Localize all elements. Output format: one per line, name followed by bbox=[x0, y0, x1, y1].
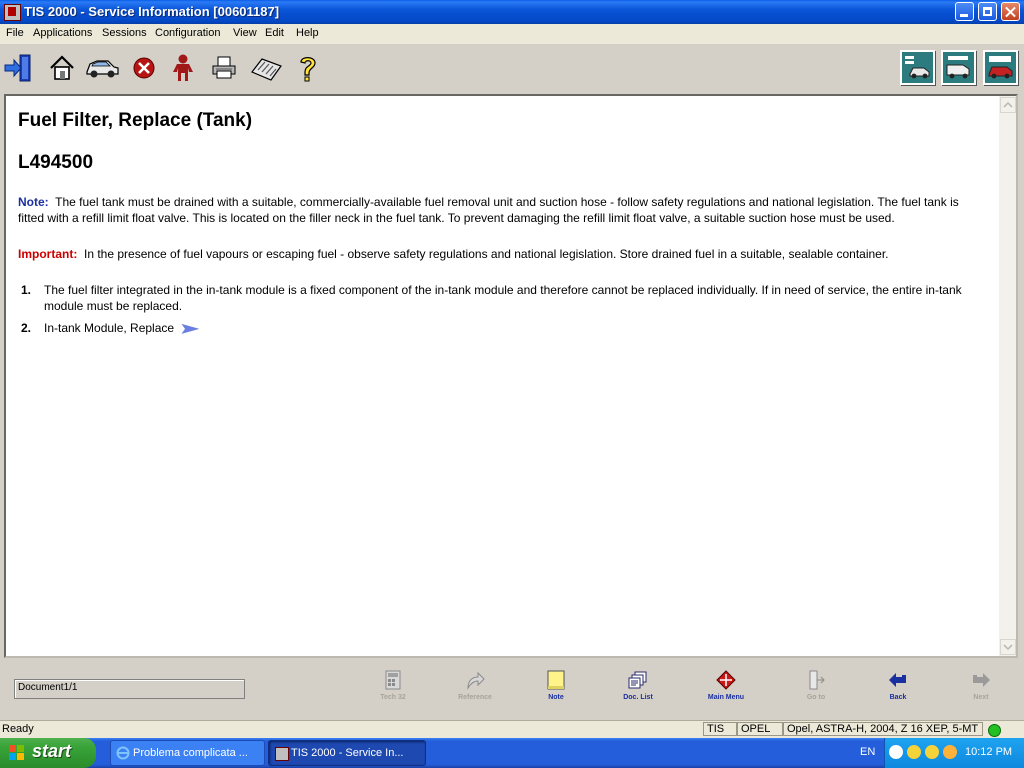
document-content: Fuel Filter, Replace (Tank) L494500 Note… bbox=[18, 110, 988, 342]
app-icon[interactable] bbox=[4, 4, 21, 21]
back-arrow-icon bbox=[889, 673, 906, 687]
goto-icon bbox=[809, 670, 825, 690]
next-label: Next bbox=[973, 694, 989, 701]
tray-back-icon[interactable] bbox=[889, 745, 903, 759]
goto-button[interactable]: Go to bbox=[790, 670, 842, 701]
next-button[interactable]: Next bbox=[955, 670, 1007, 701]
note-label: Note: bbox=[18, 195, 49, 209]
scroll-down-icon[interactable] bbox=[1000, 639, 1016, 655]
note-button[interactable]: Note bbox=[530, 670, 582, 701]
toolbar bbox=[0, 44, 1024, 92]
back-button[interactable]: Back bbox=[872, 670, 924, 701]
taskbar-item-label: Problema complicata ... bbox=[133, 747, 248, 759]
step-number: 1. bbox=[21, 283, 32, 297]
help-icon[interactable] bbox=[292, 52, 324, 84]
main-menu-icon bbox=[716, 670, 736, 690]
menu-configuration[interactable]: Configuration bbox=[155, 27, 220, 39]
step-link[interactable]: In-tank Module, Replace bbox=[44, 321, 174, 335]
stop-icon[interactable] bbox=[128, 52, 160, 84]
note-text: The fuel tank must be drained with a sui… bbox=[18, 195, 959, 225]
system-tray: 10:12 PM bbox=[884, 738, 1024, 768]
exit-icon[interactable] bbox=[2, 52, 34, 84]
back-label: Back bbox=[889, 694, 907, 701]
status-bar: Ready TIS OPEL Opel, ASTRA-H, 2004, Z 16… bbox=[0, 720, 1024, 739]
status-vehicle: Opel, ASTRA-H, 2004, Z 16 XEP, 5-MT bbox=[783, 722, 983, 736]
menu-edit[interactable]: Edit bbox=[265, 27, 284, 39]
maximize-button[interactable] bbox=[978, 2, 997, 21]
reference-label: Reference bbox=[458, 694, 492, 701]
close-button[interactable] bbox=[1001, 2, 1020, 21]
home-icon[interactable] bbox=[46, 52, 78, 84]
taskbar: start Problema complicata ... TIS 2000 -… bbox=[0, 738, 1024, 768]
step-item: 1. The fuel filter integrated in the in-… bbox=[18, 282, 988, 314]
goto-label: Go to bbox=[806, 694, 826, 701]
service-van-icon[interactable] bbox=[941, 50, 976, 85]
vehicle-info-icon[interactable] bbox=[900, 50, 935, 85]
next-arrow-icon bbox=[973, 673, 990, 687]
menu-view[interactable]: View bbox=[233, 27, 257, 39]
main-menu-label: Main Menu bbox=[707, 694, 745, 701]
taskbar-item-tis[interactable]: TIS 2000 - Service In... bbox=[268, 740, 426, 766]
note-icon bbox=[547, 670, 565, 690]
print-icon[interactable] bbox=[208, 52, 240, 84]
doc-list-label: Doc. List bbox=[623, 694, 653, 701]
vehicle-icon[interactable] bbox=[84, 52, 120, 84]
menu-applications[interactable]: Applications bbox=[33, 27, 92, 39]
user-icon[interactable] bbox=[167, 52, 199, 84]
menu-file[interactable]: File bbox=[6, 27, 24, 39]
link-arrow-icon[interactable] bbox=[181, 323, 200, 334]
menu-help[interactable]: Help bbox=[296, 27, 319, 39]
tech32-button[interactable]: Tech 32 bbox=[367, 670, 419, 701]
important-text: In the presence of fuel vapours or escap… bbox=[84, 247, 889, 261]
connection-indicator-icon bbox=[988, 724, 1001, 737]
start-label: start bbox=[32, 741, 72, 761]
reference-arrow-icon bbox=[467, 671, 485, 690]
status-app: TIS bbox=[703, 722, 737, 736]
status-text: Ready bbox=[2, 723, 34, 735]
vertical-scrollbar[interactable] bbox=[999, 96, 1016, 656]
internet-explorer-icon bbox=[116, 746, 130, 760]
tray-smiley-icon[interactable] bbox=[925, 745, 939, 759]
taskbar-item-label: TIS 2000 - Service In... bbox=[291, 747, 404, 759]
vehicle-catalog-icon[interactable] bbox=[983, 50, 1018, 85]
tis-app-icon bbox=[275, 747, 289, 761]
doc-list-button[interactable]: Doc. List bbox=[612, 670, 664, 701]
status-make: OPEL bbox=[737, 722, 783, 736]
document-code: L494500 bbox=[18, 152, 94, 173]
tray-user-icon[interactable] bbox=[943, 745, 957, 759]
important-label: Important: bbox=[18, 247, 78, 261]
language-indicator[interactable]: EN bbox=[860, 746, 875, 758]
step-text: The fuel filter integrated in the in-tan… bbox=[44, 283, 962, 313]
note-paragraph: Note: The fuel tank must be drained with… bbox=[18, 194, 988, 226]
document-counter: Document1/1 bbox=[14, 679, 245, 699]
document-viewer[interactable]: Fuel Filter, Replace (Tank) L494500 Note… bbox=[4, 94, 1018, 658]
navigation-bar: Document1/1 Tech 32 Reference Note Doc. … bbox=[0, 660, 1024, 718]
reference-button[interactable]: Reference bbox=[449, 670, 501, 701]
windows-logo-icon bbox=[9, 745, 24, 760]
taskbar-item-browser[interactable]: Problema complicata ... bbox=[110, 740, 265, 766]
step-number: 2. bbox=[21, 321, 32, 335]
tray-messenger-icon[interactable] bbox=[907, 745, 921, 759]
tech32-label: Tech 32 bbox=[380, 694, 406, 701]
note-label: Note bbox=[548, 694, 564, 701]
window-title: TIS 2000 - Service Information [00601187… bbox=[24, 4, 280, 19]
clock: 10:12 PM bbox=[965, 746, 1013, 758]
menu-sessions[interactable]: Sessions bbox=[102, 27, 147, 39]
steps-list: 1. The fuel filter integrated in the in-… bbox=[18, 282, 988, 336]
menu-bar: File Applications Sessions Configuration… bbox=[0, 24, 1024, 44]
step-item[interactable]: 2. In-tank Module, Replace bbox=[18, 320, 988, 336]
calculator-icon bbox=[385, 670, 401, 690]
doc-list-icon bbox=[628, 671, 647, 689]
minimize-button[interactable] bbox=[955, 2, 974, 21]
start-button[interactable]: start bbox=[0, 738, 96, 768]
scroll-up-icon[interactable] bbox=[1000, 97, 1016, 113]
document-title: Fuel Filter, Replace (Tank) bbox=[18, 110, 253, 131]
important-paragraph: Important: In the presence of fuel vapou… bbox=[18, 246, 988, 262]
title-bar[interactable]: TIS 2000 - Service Information [00601187… bbox=[0, 0, 1024, 24]
main-menu-button[interactable]: Main Menu bbox=[700, 670, 752, 701]
keyboard-icon[interactable] bbox=[248, 52, 284, 84]
